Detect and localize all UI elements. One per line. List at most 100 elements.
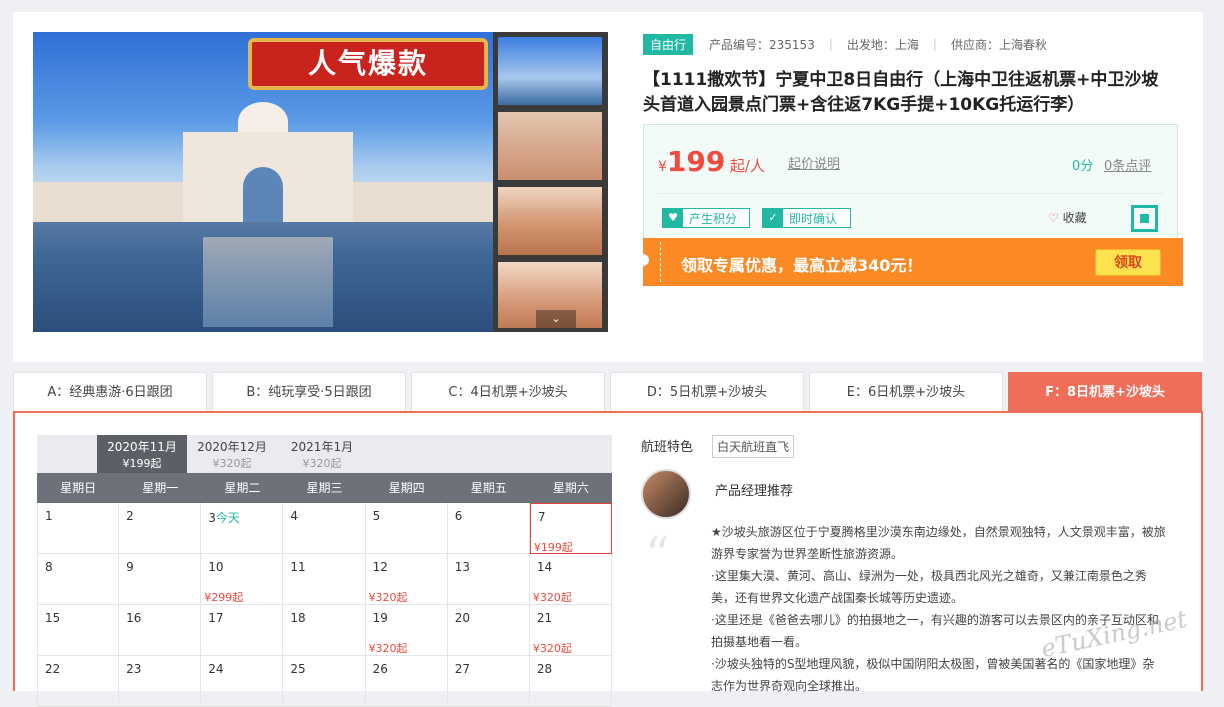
calendar-day[interactable]: 9 bbox=[119, 554, 202, 605]
month-tab[interactable]: 2021年1月 ¥320起 bbox=[277, 435, 367, 473]
check-icon: ✓ bbox=[763, 209, 783, 227]
tab-c[interactable]: C：4日机票+沙坡头 bbox=[411, 372, 605, 412]
day-number-text: 8 bbox=[45, 560, 53, 574]
thumbnail-1[interactable] bbox=[498, 37, 602, 105]
weekday-label: 星期五 bbox=[470, 481, 507, 495]
price-unit: 起/人 bbox=[729, 157, 765, 175]
calendar-day[interactable]: 1 bbox=[37, 503, 120, 554]
day-number-text: 15 bbox=[45, 611, 61, 625]
calendar-day[interactable]: 26 bbox=[365, 656, 448, 707]
month-tab[interactable]: 2020年11月 ¥199起 bbox=[97, 435, 187, 473]
thumbnail-strip bbox=[493, 32, 608, 332]
calendar-day[interactable]: 20 bbox=[447, 605, 530, 656]
day-number: 9 bbox=[126, 560, 134, 574]
heart-icon: ♥ bbox=[663, 209, 683, 227]
day-number: 27 bbox=[455, 662, 470, 676]
tab-e[interactable]: E：6日机票+沙坡头 bbox=[809, 372, 1003, 412]
day-number: 20 bbox=[455, 611, 470, 625]
calendar-day[interactable]: 23 bbox=[119, 656, 202, 707]
calendar-day[interactable]: 6 bbox=[447, 503, 530, 554]
month-tab[interactable]: 2020年12月 ¥320起 bbox=[187, 435, 277, 473]
tab-b[interactable]: B：纯玩享受·5日跟团 bbox=[212, 372, 406, 412]
product-title: 【1111撒欢节】宁夏中卫8日自由行（上海中卫往返机票+中卫沙坡头首道入园景点门… bbox=[643, 70, 1159, 115]
calendar-day[interactable]: 3今天 bbox=[201, 503, 284, 554]
claim-coupon-button[interactable]: 领取 bbox=[1095, 249, 1161, 276]
calendar-day[interactable]: 13 bbox=[447, 554, 530, 605]
calendar-day[interactable]: 7 ¥199起 bbox=[529, 503, 612, 554]
water-reflection bbox=[203, 237, 333, 327]
calendar-day[interactable]: 15 bbox=[37, 605, 120, 656]
day-number-text: 25 bbox=[290, 662, 306, 676]
day-number-text: 14 bbox=[536, 560, 553, 574]
calendar-day[interactable]: 5 bbox=[365, 503, 448, 554]
day-number: 22 bbox=[45, 662, 60, 676]
day-number: 3今天 bbox=[208, 509, 240, 526]
quote-icon: “ bbox=[645, 527, 670, 583]
instant-confirm-label: 即时确认 bbox=[789, 211, 838, 226]
weekday-label: 星期六 bbox=[552, 481, 589, 495]
calendar-day[interactable]: 25 bbox=[283, 656, 366, 707]
month-price: ¥199起 bbox=[122, 457, 162, 470]
price-calendar: 2020年11月 ¥199起 2020年12月 ¥320起 2021年1月 ¥3… bbox=[37, 435, 612, 707]
calendar-day[interactable]: 21 ¥320起 bbox=[529, 605, 612, 656]
day-number-text: 24 bbox=[208, 662, 224, 676]
calendar-day[interactable]: 14 ¥320起 bbox=[529, 554, 612, 605]
palace-wing-left bbox=[33, 182, 193, 222]
calendar-day[interactable]: 2 bbox=[119, 503, 202, 554]
day-number: 19 bbox=[373, 611, 388, 625]
qr-code-icon[interactable] bbox=[1131, 205, 1158, 232]
price-note-link[interactable]: 起价说明 bbox=[788, 153, 840, 172]
weekday-header: 星期日 星期一 星期二 星期三 星期四 星期五 星期六 bbox=[37, 473, 612, 503]
main-photo[interactable]: 人气爆款 bbox=[33, 32, 493, 332]
desc-paragraph: ·沙坡头独特的S型地理风貌，极似中国阴阳太极图，曾被美国著名的《国家地理》杂志作… bbox=[711, 657, 1155, 693]
divider: | bbox=[932, 37, 937, 51]
day-number: 5 bbox=[373, 509, 381, 523]
chevron-down-icon[interactable]: ⌄ bbox=[536, 310, 576, 328]
day-number-text: 13 bbox=[454, 560, 470, 574]
calendar-day[interactable]: 10 ¥299起 bbox=[201, 554, 284, 605]
flight-feature-badge: 白天航班直飞 bbox=[712, 435, 795, 458]
calendar-day[interactable]: 22 bbox=[37, 656, 120, 707]
day-number-text: 2 bbox=[126, 509, 134, 523]
day-number-text: 7 bbox=[537, 510, 546, 524]
month-label: 2020年12月 bbox=[197, 440, 267, 454]
calendar-day[interactable]: 27 bbox=[447, 656, 530, 707]
day-number: 15 bbox=[45, 611, 60, 625]
favorite-button[interactable]: ♡ 收藏 bbox=[1048, 209, 1087, 226]
day-number-text: 20 bbox=[454, 611, 470, 625]
day-number: 24 bbox=[208, 662, 223, 676]
day-number: 13 bbox=[455, 560, 470, 574]
day-price: ¥320起 bbox=[368, 591, 408, 604]
calendar-day[interactable]: 11 bbox=[283, 554, 366, 605]
day-number-text: 26 bbox=[372, 662, 388, 676]
month-price: ¥320起 bbox=[212, 457, 252, 470]
calendar-day[interactable]: 19 ¥320起 bbox=[365, 605, 448, 656]
day-number: 23 bbox=[126, 662, 141, 676]
today-label: 今天 bbox=[215, 511, 240, 525]
thumbnail-2[interactable] bbox=[498, 112, 602, 180]
tab-f[interactable]: F：8日机票+沙坡头 bbox=[1008, 372, 1202, 412]
day-number-text: 16 bbox=[126, 611, 142, 625]
desc-paragraph: ★沙坡头旅游区位于宁夏腾格里沙漠东南边缘处，自然景观独特，人文景观丰富，被旅游界… bbox=[711, 525, 1166, 561]
calendar-day[interactable]: 8 bbox=[37, 554, 120, 605]
calendar-day[interactable]: 4 bbox=[283, 503, 366, 554]
tab-d[interactable]: D：5日机票+沙坡头 bbox=[610, 372, 804, 412]
calendar-day[interactable]: 12 ¥320起 bbox=[365, 554, 448, 605]
day-number-text: 12 bbox=[372, 560, 388, 574]
reviews-link[interactable]: 0条点评 bbox=[1104, 155, 1151, 174]
calendar-day[interactable]: 24 bbox=[201, 656, 284, 707]
calendar-day[interactable]: 28 bbox=[529, 656, 612, 707]
weekday-label: 星期日 bbox=[60, 481, 97, 495]
thumbnail-3[interactable] bbox=[498, 187, 602, 255]
calendar-day[interactable]: 16 bbox=[119, 605, 202, 656]
desc-paragraph: ·这里集大漠、黄河、高山、绿洲为一处，极具西北风光之雄奇，又兼江南景色之秀美，还… bbox=[711, 569, 1147, 605]
departure: 出发地：上海 bbox=[846, 37, 919, 52]
score: 0分 bbox=[1072, 159, 1094, 174]
calendar-day[interactable]: 18 bbox=[283, 605, 366, 656]
calendar-day[interactable]: 17 bbox=[201, 605, 284, 656]
day-number: 17 bbox=[208, 611, 223, 625]
day-price: ¥320起 bbox=[368, 642, 408, 655]
day-number: 16 bbox=[126, 611, 141, 625]
day-number: 2 bbox=[126, 509, 134, 523]
tab-a[interactable]: A：经典惠游·6日跟团 bbox=[13, 372, 207, 412]
